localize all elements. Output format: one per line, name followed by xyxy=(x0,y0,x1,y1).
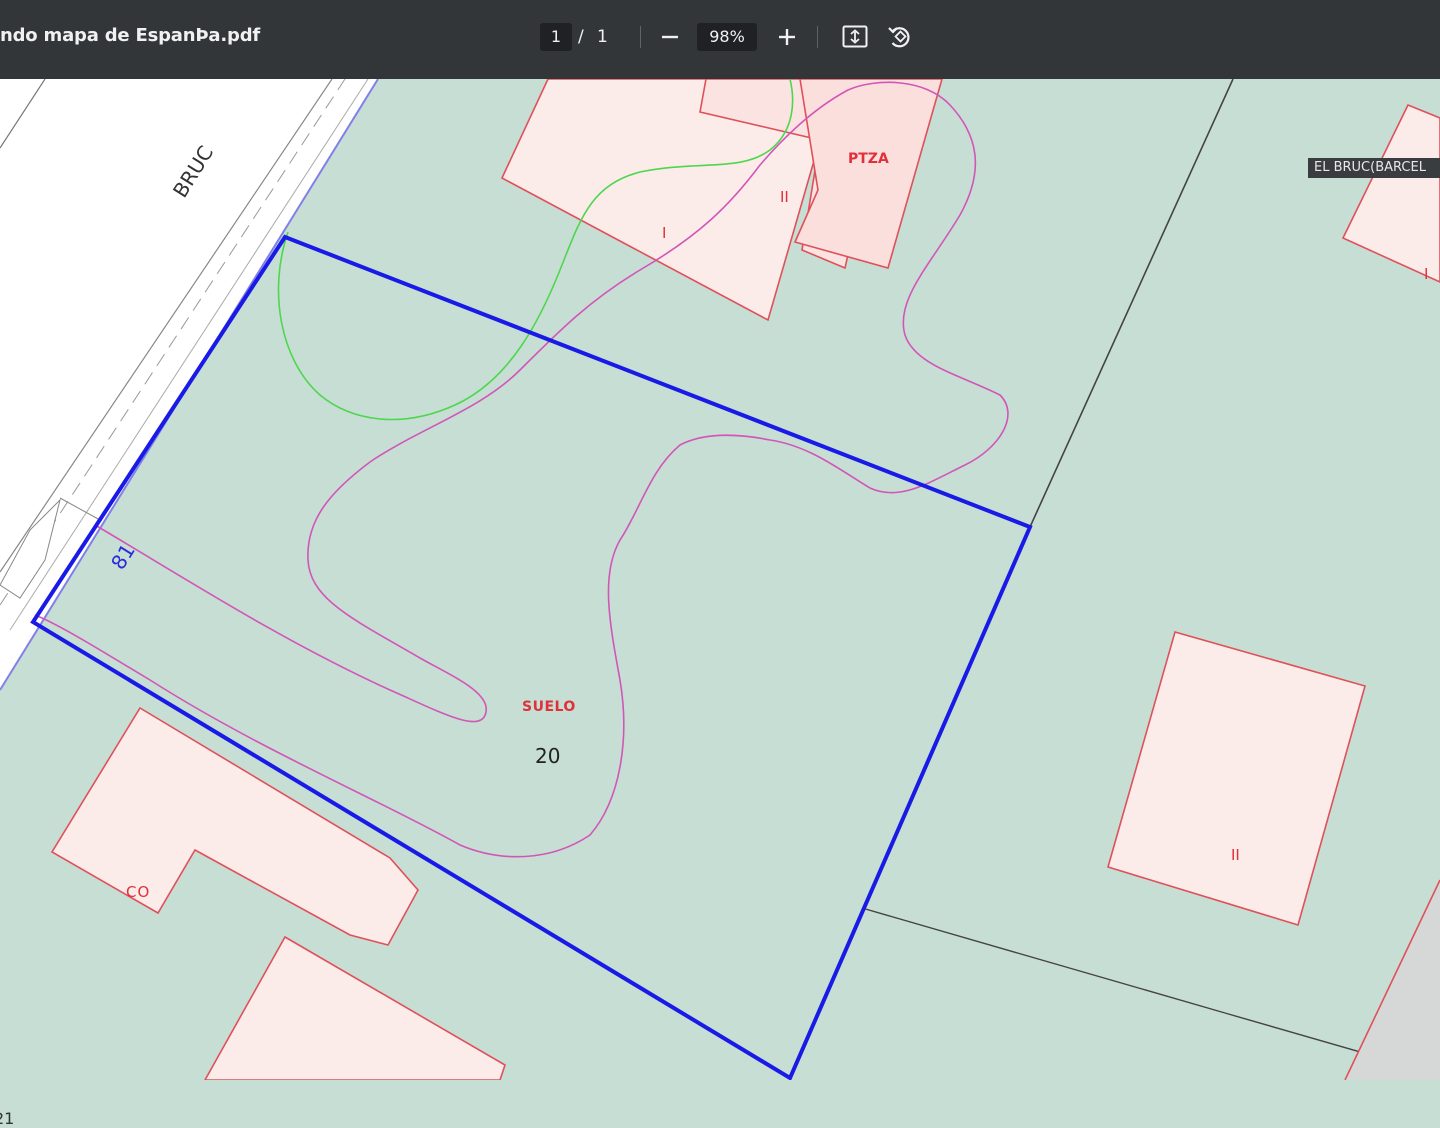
page-separator: / xyxy=(578,27,584,47)
map-corner-label: EL BRUC(BARCEL xyxy=(1308,158,1440,178)
building-right xyxy=(1107,631,1366,927)
parcel-number-label: 20 xyxy=(535,744,561,768)
document-title: ndo mapa de EspanÞa.pdf xyxy=(0,25,261,46)
pdf-toolbar: ndo mapa de EspanÞa.pdf 1 / 1 98% xyxy=(0,0,1440,79)
fit-to-page-icon xyxy=(842,25,868,48)
zoom-level-input[interactable]: 98% xyxy=(697,23,757,51)
building-floor-label: II xyxy=(1231,846,1240,864)
parcel-use-label: SUELO xyxy=(522,699,576,715)
property-line xyxy=(1029,79,1234,528)
building-top-right xyxy=(793,79,943,269)
property-line xyxy=(861,907,1226,1014)
building-use-label: CO xyxy=(126,883,151,901)
building-floor-label: II xyxy=(780,188,789,206)
page-total: 1 xyxy=(597,27,608,47)
rotate-button[interactable] xyxy=(882,19,918,55)
building-right-top xyxy=(1341,103,1440,283)
cadastral-map xyxy=(0,79,1440,1080)
zoom-out-button[interactable] xyxy=(652,19,688,55)
plus-icon xyxy=(779,29,795,45)
rotate-icon xyxy=(888,27,910,48)
building-bottom xyxy=(204,935,506,1080)
edge-parcel-number: 21 xyxy=(0,1109,15,1128)
fit-to-page-button[interactable] xyxy=(837,19,873,55)
map-canvas[interactable]: EL BRUC(BARCEL BRUC 81 SUELO 20 I II PTZ… xyxy=(0,79,1440,1128)
minus-icon xyxy=(662,35,678,39)
building-tag-label: PTZA xyxy=(848,151,889,167)
toolbar-divider xyxy=(640,26,641,48)
zoom-in-button[interactable] xyxy=(769,19,805,55)
toolbar-divider xyxy=(817,26,818,48)
building-floor-label: I xyxy=(662,224,667,242)
page-number-input[interactable]: 1 xyxy=(540,23,572,51)
building-floor-label: I xyxy=(1424,265,1429,283)
